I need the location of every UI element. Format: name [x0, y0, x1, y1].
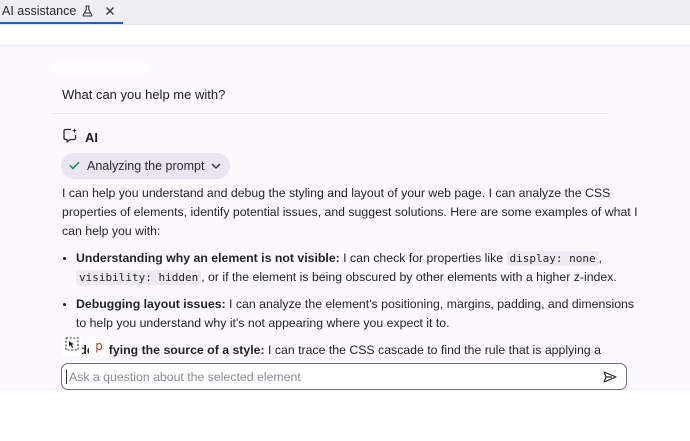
context-row: p — [62, 336, 109, 356]
chat-panel: What can you help me with? AI Analyzing … — [0, 46, 690, 391]
selected-element-tag: p — [95, 339, 103, 353]
inline-code: visibility: hidden — [76, 270, 202, 285]
select-element-icon — [65, 336, 79, 356]
close-icon[interactable] — [105, 6, 115, 16]
inline-code: display: none — [506, 251, 599, 266]
prompt-input[interactable] — [66, 369, 589, 384]
send-button[interactable] — [602, 369, 618, 385]
list-item-title: Understanding why an element is not visi… — [76, 251, 340, 265]
user-question: What can you help me with? — [62, 87, 226, 102]
status-chip[interactable]: Analyzing the prompt — [61, 153, 231, 179]
list-item-text: I can check for properties like — [339, 251, 507, 265]
list-item-text: , or if the element is being obscured by… — [201, 270, 617, 284]
tab-bar: AI assistance — [0, 0, 690, 25]
tab-label: AI assistance — [2, 4, 77, 18]
tab-ai-assistance[interactable]: AI assistance — [0, 0, 124, 24]
response-list: Understanding why an element is not visi… — [62, 249, 642, 379]
flask-icon — [82, 5, 93, 17]
ai-author-label: AI — [85, 130, 98, 145]
select-element-button[interactable] — [62, 336, 82, 356]
response-intro: I can help you understand and debug the … — [62, 186, 638, 238]
chevron-down-icon — [211, 159, 221, 173]
ai-author-row: AI — [62, 127, 98, 148]
status-chip-label: Analyzing the prompt — [87, 159, 205, 173]
prompt-box — [61, 363, 627, 390]
ai-spark-icon — [62, 127, 78, 148]
list-item-title: Debugging layout issues: — [76, 297, 226, 311]
list-item: Understanding why an element is not visi… — [76, 249, 642, 287]
blurred-header — [52, 63, 148, 72]
check-icon — [69, 159, 80, 173]
message-divider — [52, 113, 608, 114]
ai-response: I can help you understand and debug the … — [62, 184, 642, 387]
list-item: Debugging layout issues: I can analyze t… — [76, 295, 642, 333]
toolbar — [0, 25, 690, 46]
list-item-text: , — [598, 251, 603, 265]
selected-element-chip[interactable]: p — [89, 336, 109, 356]
send-icon — [603, 371, 617, 383]
